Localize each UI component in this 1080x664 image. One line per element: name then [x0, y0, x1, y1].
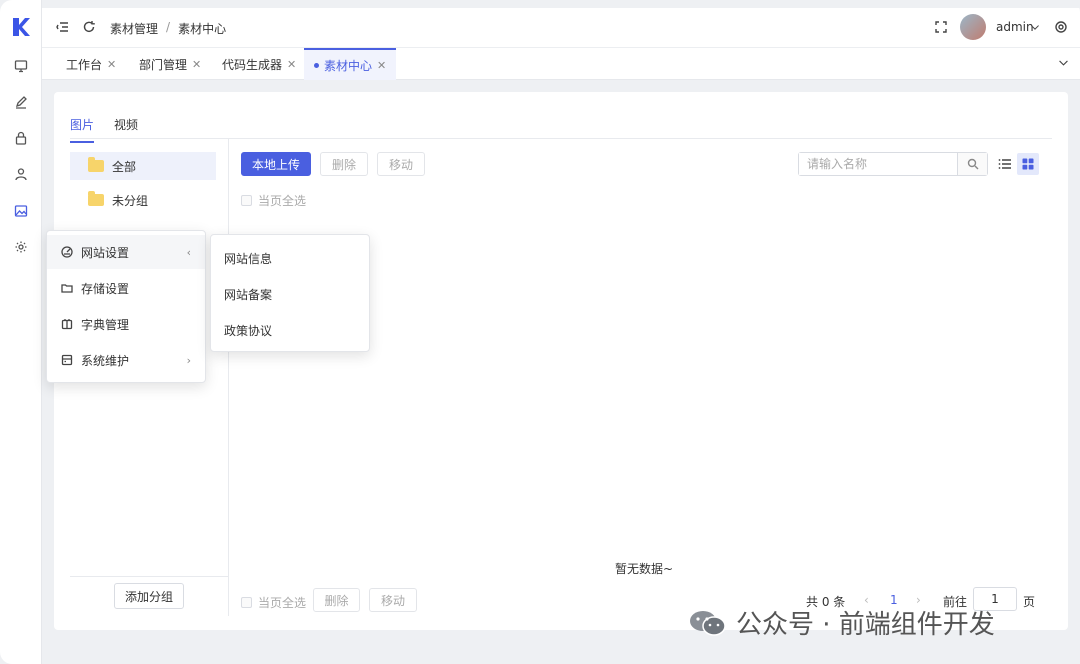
tab-label: 代码生成器 [222, 57, 283, 72]
collapse-menu-icon[interactable] [56, 20, 72, 36]
tab-label: 工作台 [66, 57, 103, 72]
list-view-toggle[interactable] [994, 153, 1016, 175]
menu-item-label: 存储设置 [81, 281, 130, 296]
move-button[interactable]: 移动 [377, 152, 425, 176]
refresh-icon[interactable] [82, 20, 98, 36]
search-icon [967, 158, 978, 170]
divider [70, 576, 228, 577]
settings-icon[interactable] [1054, 20, 1070, 36]
submenu-item-policy[interactable]: 政策协议 [224, 322, 272, 339]
group-item-ungrouped[interactable]: 未分组 [70, 186, 216, 214]
tab-label: 素材中心 [324, 58, 373, 73]
book-icon [61, 319, 73, 330]
lock-icon[interactable] [13, 130, 29, 146]
close-icon[interactable]: ✕ [287, 58, 296, 71]
select-page-checkbox[interactable]: 当页全选 [241, 192, 306, 209]
search-input[interactable] [799, 153, 957, 175]
top-header: 素材管理 / 素材中心 admin [42, 8, 1080, 48]
upload-button[interactable]: 本地上传 [241, 152, 311, 176]
menu-item-label: 字典管理 [81, 317, 130, 332]
media-panel: 图片 视频 全部 未分组 添加分组 本地上传 删除 移动 当页全选 请输入名称 … [54, 92, 1068, 630]
grid-view-toggle[interactable] [1017, 153, 1039, 175]
group-item-all[interactable]: 全部 [70, 152, 216, 180]
watermark: 公众号 · 前端组件开发 [688, 604, 995, 641]
menu-item-label: 网站设置 [81, 245, 130, 260]
tab-strip: 工作台 ✕ 部门管理 ✕ 代码生成器 ✕ 素材中心 ✕ [42, 48, 1080, 80]
watermark-text: 公众号 · 前端组件开发 [736, 610, 995, 640]
folder-icon [88, 191, 104, 206]
monitor-icon[interactable] [13, 58, 29, 74]
chevron-right-icon: › [186, 353, 191, 367]
empty-state-text: 暂无数据~ [615, 562, 674, 576]
delete-button-bottom[interactable]: 删除 [313, 588, 360, 612]
settings-context-menu: 网站设置 ‹ 存储设置 字典管理 系统维护 › [46, 230, 206, 383]
folder-icon [61, 284, 73, 293]
divider [70, 138, 1052, 139]
delete-button[interactable]: 删除 [320, 152, 368, 176]
checkbox-box[interactable] [241, 195, 252, 206]
user-icon[interactable] [13, 166, 29, 182]
menu-item-system-maintenance[interactable]: 系统维护 › [47, 343, 205, 377]
breadcrumb-item: 素材中心 [178, 22, 227, 36]
search-button[interactable] [957, 153, 987, 175]
checkbox-label: 当页全选 [258, 596, 307, 610]
fullscreen-icon[interactable] [934, 20, 950, 36]
dashboard-icon [61, 246, 73, 258]
chevron-left-icon: ‹ [186, 245, 191, 259]
image-icon[interactable] [13, 203, 29, 219]
breadcrumb-separator: / [166, 20, 171, 34]
group-label: 全部 [112, 159, 137, 174]
close-icon[interactable]: ✕ [107, 58, 116, 71]
move-button-bottom[interactable]: 移动 [369, 588, 417, 612]
tab-label: 部门管理 [139, 57, 188, 72]
chevron-down-icon[interactable] [1030, 21, 1046, 37]
breadcrumb: 素材管理 / 素材中心 [110, 20, 226, 37]
tab-workbench[interactable]: 工作台 ✕ [66, 48, 116, 80]
search-box [798, 152, 988, 176]
menu-item-site-settings[interactable]: 网站设置 ‹ [47, 235, 205, 269]
menu-item-dictionary[interactable]: 字典管理 [47, 307, 205, 341]
menu-item-storage-settings[interactable]: 存储设置 [47, 271, 205, 305]
add-group-button[interactable]: 添加分组 [114, 583, 184, 609]
group-list: 全部 未分组 [70, 152, 216, 220]
list-icon [998, 159, 1011, 169]
avatar[interactable] [960, 14, 986, 40]
grid-icon [1022, 158, 1034, 170]
select-page-checkbox-bottom[interactable]: 当页全选 [241, 594, 306, 611]
tab-codegen[interactable]: 代码生成器 ✕ [222, 48, 296, 80]
logo-icon [13, 18, 30, 36]
tab-media-center[interactable]: 素材中心 ✕ [304, 48, 397, 80]
submenu-item-site-filing[interactable]: 网站备案 [224, 286, 272, 303]
close-icon[interactable]: ✕ [377, 59, 386, 72]
server-icon [61, 354, 73, 366]
menu-item-label: 系统维护 [81, 353, 130, 368]
edit-icon[interactable] [13, 94, 29, 110]
app-window: 素材管理 / 素材中心 admin 工作台 ✕ 部门管理 ✕ 代码生成器 ✕ 素材中心… [0, 0, 1080, 664]
divider [228, 138, 229, 616]
checkbox-box[interactable] [241, 597, 252, 608]
gear-icon[interactable] [13, 239, 29, 255]
group-label: 未分组 [112, 193, 149, 208]
page-unit-label: 页 [1023, 595, 1036, 609]
folder-icon [88, 157, 104, 172]
breadcrumb-item[interactable]: 素材管理 [110, 20, 158, 37]
checkbox-label: 当页全选 [258, 194, 307, 208]
wechat-icon [690, 610, 726, 636]
left-rail [0, 0, 42, 664]
tab-department[interactable]: 部门管理 ✕ [139, 48, 201, 80]
submenu-item-site-info[interactable]: 网站信息 [224, 250, 272, 267]
active-dot-icon [314, 62, 319, 68]
close-icon[interactable]: ✕ [192, 58, 201, 71]
username[interactable]: admin [996, 20, 1034, 34]
site-settings-submenu: 网站信息 网站备案 政策协议 [210, 234, 370, 352]
tabs-more-chevron-icon[interactable] [1058, 57, 1074, 73]
